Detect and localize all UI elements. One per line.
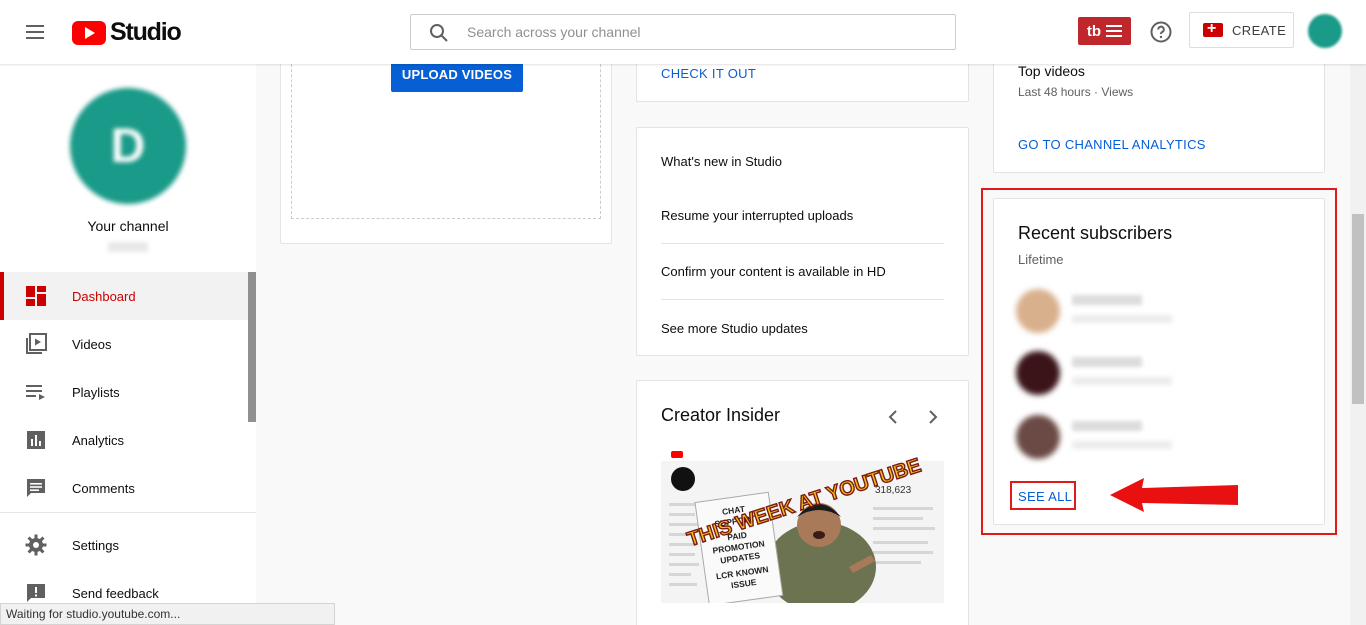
sidebar-item-comments[interactable]: Comments	[0, 464, 248, 512]
creator-insider-title: Creator Insider	[661, 405, 781, 425]
recent-subscribers-subtitle: Lifetime	[1018, 252, 1064, 267]
creator-insider-card: Creator Insider 318,623 CHAT SUPPORT PAI…	[636, 380, 969, 625]
chevron-right-icon[interactable]	[923, 407, 943, 427]
create-button[interactable]: CREATE	[1189, 12, 1294, 48]
subscriber-avatar	[1016, 351, 1060, 395]
create-label: CREATE	[1232, 22, 1287, 38]
subscriber-avatar	[1016, 415, 1060, 459]
top-videos-subtitle: Last 48 hours · Views	[1018, 85, 1134, 99]
video-thumbnail-image: 318,623 CHAT SUPPORT PAID PROMOTION UPDA…	[661, 447, 944, 603]
sidebar: D Your channel Dashboard Videos Playlist…	[0, 64, 256, 625]
sidebar-item-dashboard[interactable]: Dashboard	[0, 272, 248, 320]
gear-icon	[25, 534, 47, 556]
whats-new-title: What's new in Studio	[661, 154, 782, 169]
check-it-out-link[interactable]: CHECK IT OUT	[661, 66, 756, 81]
subscriber-name-blurred	[1072, 295, 1142, 305]
subscriber-row[interactable]	[1016, 351, 1306, 397]
subscriber-row[interactable]	[1016, 415, 1306, 461]
search-icon	[430, 24, 448, 42]
channel-name-blurred	[108, 242, 148, 252]
sidebar-item-settings[interactable]: Settings	[0, 521, 248, 569]
menu-icon[interactable]	[24, 22, 48, 42]
sidebar-item-label: Settings	[72, 537, 119, 553]
analytics-icon	[27, 431, 45, 449]
whats-new-item[interactable]: Confirm your content is available in HD	[661, 244, 944, 300]
sidebar-scrollbar[interactable]	[248, 272, 256, 422]
red-arrow-annotation	[1110, 478, 1238, 512]
sidebar-item-videos[interactable]: Videos	[0, 320, 248, 368]
whats-new-item[interactable]: See more Studio updates	[661, 300, 944, 356]
chevron-left-icon[interactable]	[883, 407, 903, 427]
sidebar-item-label: Send feedback	[72, 585, 159, 601]
channel-initial: D	[110, 119, 146, 173]
recent-subscribers-title: Recent subscribers	[1018, 223, 1173, 243]
upload-dropzone[interactable]: UPLOAD VIDEOS	[291, 49, 601, 219]
tubebuddy-menu-icon	[1106, 25, 1123, 37]
sidebar-item-analytics[interactable]: Analytics	[0, 416, 248, 464]
subscriber-count-blurred	[1072, 315, 1172, 323]
sidebar-item-label: Playlists	[72, 384, 120, 400]
sidebar-item-label: Comments	[72, 480, 135, 496]
search-input[interactable]	[467, 21, 937, 43]
account-avatar[interactable]	[1308, 14, 1342, 48]
search-box[interactable]	[410, 14, 956, 50]
playlists-icon	[26, 385, 45, 400]
help-icon[interactable]	[1149, 20, 1173, 44]
tubebuddy-label: tb	[1086, 22, 1102, 40]
comments-icon	[27, 479, 45, 497]
sidebar-item-label: Analytics	[72, 432, 125, 448]
sidebar-item-label: Dashboard	[72, 288, 136, 304]
whats-new-card: What's new in Studio Resume your interru…	[636, 127, 969, 356]
sidebar-item-label: Videos	[72, 336, 112, 352]
subscriber-name-blurred	[1072, 421, 1142, 431]
tubebuddy-button[interactable]: tb	[1078, 17, 1131, 45]
youtube-logo-icon	[72, 20, 106, 45]
browser-status-bar: Waiting for studio.youtube.com...	[0, 603, 335, 625]
logo-text: Studio	[110, 18, 182, 46]
channel-title: Your channel	[87, 218, 169, 234]
subscriber-count-blurred	[1072, 441, 1172, 449]
page-scrollbar[interactable]	[1350, 64, 1366, 625]
videos-icon	[26, 333, 47, 354]
see-all-highlight-box	[1010, 481, 1076, 510]
channel-avatar[interactable]: D	[70, 88, 186, 204]
subscriber-avatar	[1016, 289, 1060, 333]
sidebar-item-playlists[interactable]: Playlists	[0, 368, 248, 416]
subscriber-row[interactable]	[1016, 289, 1306, 335]
channel-analytics-card: Top videos Last 48 hours · Views GO TO C…	[993, 50, 1325, 173]
creator-insider-thumbnail[interactable]: 318,623 CHAT SUPPORT PAID PROMOTION UPDA…	[661, 447, 944, 603]
create-video-icon	[1203, 20, 1223, 38]
feedback-icon	[27, 584, 45, 602]
upload-card: UPLOAD VIDEOS	[280, 49, 612, 244]
studio-logo[interactable]: Studio	[72, 18, 182, 47]
subscriber-count-blurred	[1072, 377, 1172, 385]
top-header: Studio tb CREATE	[0, 0, 1366, 64]
top-videos-title: Top videos	[1018, 63, 1085, 79]
sidebar-divider	[0, 512, 256, 513]
subscriber-name-blurred	[1072, 357, 1142, 367]
dashboard-icon	[26, 286, 46, 306]
page-scrollbar-thumb[interactable]	[1352, 214, 1364, 404]
go-to-channel-analytics-link[interactable]: GO TO CHANNEL ANALYTICS	[1018, 137, 1206, 152]
whats-new-item[interactable]: Resume your interrupted uploads	[661, 188, 944, 244]
